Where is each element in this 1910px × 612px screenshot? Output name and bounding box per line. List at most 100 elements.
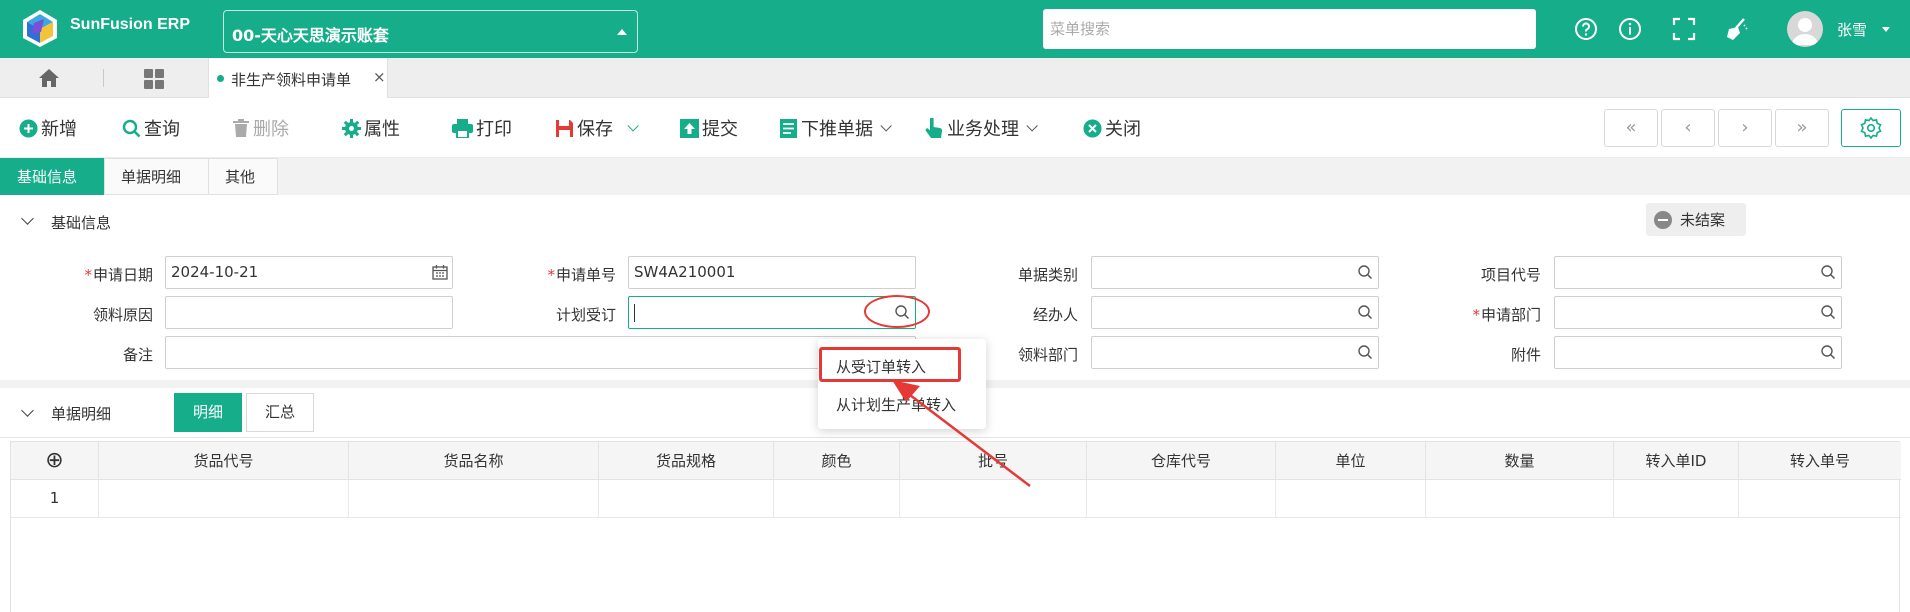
apply-dept-label: *申请部门 bbox=[1472, 306, 1541, 324]
caret-up-icon bbox=[617, 29, 627, 35]
last-record-button[interactable]: » bbox=[1775, 109, 1829, 147]
properties-button[interactable]: 属性 bbox=[342, 116, 400, 140]
push-down-button[interactable]: 下推单据 bbox=[779, 116, 892, 140]
chevron-down-icon[interactable] bbox=[627, 120, 639, 132]
avatar[interactable] bbox=[1787, 11, 1823, 47]
plus-circle-icon bbox=[19, 119, 38, 137]
tab-detail-lines[interactable]: 明细 bbox=[174, 393, 243, 432]
apply-dept-field[interactable] bbox=[1554, 296, 1842, 329]
text-cursor bbox=[634, 303, 635, 322]
table-cell[interactable] bbox=[1087, 480, 1276, 517]
next-record-button[interactable]: › bbox=[1718, 109, 1772, 147]
first-record-button[interactable]: « bbox=[1604, 109, 1658, 147]
search-icon[interactable] bbox=[1820, 304, 1836, 320]
column-header[interactable]: 货品名称 bbox=[349, 442, 599, 480]
print-button[interactable]: 打印 bbox=[452, 116, 512, 140]
print-label: 打印 bbox=[476, 119, 512, 140]
close-label: 关闭 bbox=[1105, 119, 1141, 140]
tab-summary[interactable]: 汇总 bbox=[246, 393, 315, 432]
pick-dept-field[interactable] bbox=[1091, 336, 1379, 369]
handler-field[interactable] bbox=[1091, 296, 1379, 329]
column-header[interactable]: 数量 bbox=[1426, 442, 1614, 480]
column-header[interactable]: 仓库代号 bbox=[1087, 442, 1276, 480]
reason-label: 领料原因 bbox=[92, 306, 153, 324]
search-icon[interactable] bbox=[1357, 264, 1373, 280]
doc-type-label: 单据类别 bbox=[1017, 266, 1078, 284]
new-button[interactable]: 新增 bbox=[19, 116, 77, 140]
search-icon[interactable] bbox=[1820, 264, 1836, 280]
pointer-hand-icon bbox=[925, 117, 943, 138]
business-button[interactable]: 业务处理 bbox=[925, 116, 1038, 140]
active-dot-icon bbox=[217, 75, 224, 82]
chevron-down-icon[interactable] bbox=[880, 120, 892, 132]
close-icon[interactable]: × bbox=[373, 68, 386, 86]
highlight-rect bbox=[819, 347, 961, 382]
save-button[interactable]: 保存 bbox=[555, 116, 639, 140]
column-header[interactable]: 单位 bbox=[1276, 442, 1426, 480]
table-cell[interactable] bbox=[1426, 480, 1614, 517]
attachment-field[interactable] bbox=[1554, 336, 1842, 369]
column-header[interactable]: 转入单号 bbox=[1739, 442, 1901, 480]
tab-material-request[interactable]: 非生产领料申请单 × bbox=[208, 58, 388, 98]
user-name[interactable]: 张雪 bbox=[1837, 19, 1867, 40]
search-icon[interactable] bbox=[1357, 344, 1373, 360]
table-cell[interactable] bbox=[1276, 480, 1426, 517]
tab-basic-info[interactable]: 基础信息 bbox=[0, 158, 105, 195]
table-cell[interactable] bbox=[599, 480, 774, 517]
query-button[interactable]: 查询 bbox=[122, 116, 180, 140]
delete-button[interactable]: 删除 bbox=[232, 116, 289, 140]
close-circle-icon bbox=[1083, 119, 1102, 137]
remark-field[interactable] bbox=[165, 336, 916, 369]
menu-search-input[interactable] bbox=[1043, 9, 1536, 49]
help-icon[interactable] bbox=[1573, 16, 1599, 42]
clean-icon[interactable] bbox=[1724, 16, 1750, 42]
save-label: 保存 bbox=[577, 119, 613, 140]
submit-label: 提交 bbox=[702, 119, 738, 140]
brand-name: SunFusion ERP bbox=[70, 16, 190, 33]
tab-detail[interactable]: 单据明细 bbox=[104, 158, 209, 195]
chevron-down-icon[interactable] bbox=[1026, 120, 1038, 132]
reason-field[interactable] bbox=[165, 296, 453, 329]
upload-icon bbox=[680, 118, 699, 138]
properties-label: 属性 bbox=[364, 119, 400, 140]
chevron-down-icon[interactable] bbox=[1882, 27, 1890, 32]
column-header[interactable]: 货品规格 bbox=[599, 442, 774, 480]
gear-icon bbox=[1860, 117, 1882, 139]
section-tabs: 基础信息 单据明细 其他 bbox=[0, 158, 1910, 195]
prev-record-button[interactable]: ‹ bbox=[1661, 109, 1715, 147]
table-cell[interactable] bbox=[99, 480, 349, 517]
table-cell[interactable] bbox=[774, 480, 900, 517]
apply-date-field[interactable]: 2024-10-21 bbox=[165, 256, 453, 289]
info-icon[interactable] bbox=[1617, 16, 1643, 42]
project-code-field[interactable] bbox=[1554, 256, 1842, 289]
column-header[interactable]: 转入单ID bbox=[1614, 442, 1739, 480]
push-down-label: 下推单据 bbox=[801, 119, 873, 140]
fullscreen-icon[interactable] bbox=[1671, 16, 1697, 42]
gear-icon bbox=[342, 118, 361, 138]
detail-title: 单据明细 bbox=[51, 405, 112, 423]
apps-grid-icon[interactable] bbox=[143, 68, 165, 90]
tab-other[interactable]: 其他 bbox=[208, 158, 278, 195]
column-header[interactable]: 货品代号 bbox=[99, 442, 349, 480]
table-cell[interactable] bbox=[1739, 480, 1901, 517]
close-button[interactable]: 关闭 bbox=[1083, 116, 1141, 140]
business-label: 业务处理 bbox=[947, 119, 1019, 140]
search-icon[interactable] bbox=[1357, 304, 1373, 320]
calendar-icon[interactable] bbox=[432, 264, 448, 280]
table-cell[interactable] bbox=[1614, 480, 1739, 517]
table-cell[interactable] bbox=[349, 480, 599, 517]
home-icon[interactable] bbox=[38, 68, 60, 88]
search-icon[interactable] bbox=[1820, 344, 1836, 360]
apply-no-label: *申请单号 bbox=[547, 266, 616, 284]
company-selector[interactable]: 00-天心天思演示账套 bbox=[223, 10, 638, 53]
settings-button[interactable] bbox=[1841, 109, 1901, 147]
submit-button[interactable]: 提交 bbox=[680, 116, 738, 140]
status-badge: 未结案 bbox=[1646, 203, 1746, 236]
add-row-icon[interactable]: ⊕ bbox=[11, 442, 99, 480]
new-label: 新增 bbox=[41, 119, 77, 140]
doc-type-field[interactable] bbox=[1091, 256, 1379, 289]
column-header[interactable]: 颜色 bbox=[774, 442, 900, 480]
apply-no-field[interactable]: SW4A210001 bbox=[628, 256, 916, 289]
attachment-label: 附件 bbox=[1510, 346, 1541, 364]
tab-label: 非生产领料申请单 bbox=[231, 71, 352, 89]
